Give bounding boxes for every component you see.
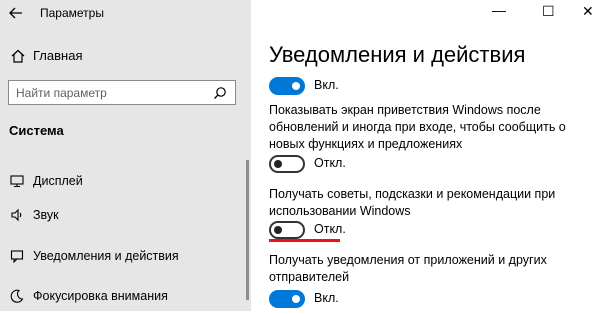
maximize-button[interactable]: ☐ bbox=[542, 3, 566, 21]
notifications-toggle-row: Вкл. bbox=[269, 77, 469, 101]
app-notifications-description: Получать уведомления от приложений и дру… bbox=[269, 253, 547, 284]
app-notifications-toggle[interactable] bbox=[269, 290, 305, 308]
display-icon bbox=[10, 175, 24, 188]
toggle-state-label: Вкл. bbox=[314, 291, 339, 305]
sidebar-item-label: Звук bbox=[33, 208, 59, 222]
search-input[interactable]: Найти параметр bbox=[16, 86, 107, 100]
sidebar-item-sound[interactable]: Звук bbox=[0, 203, 246, 229]
search-icon[interactable] bbox=[213, 86, 227, 100]
search-box[interactable]: Найти параметр bbox=[8, 80, 236, 105]
toggle-state-label: Вкл. bbox=[314, 78, 339, 92]
moon-icon bbox=[10, 289, 24, 303]
navigation-pane: Параметры Главная Найти параметр Система… bbox=[0, 0, 251, 311]
home-icon bbox=[11, 49, 25, 63]
back-button[interactable] bbox=[6, 4, 26, 22]
toggle-knob bbox=[292, 82, 300, 90]
sidebar-item-label: Уведомления и действия bbox=[33, 249, 179, 263]
nav-scrollbar[interactable] bbox=[246, 160, 249, 300]
toggle-knob bbox=[292, 295, 300, 303]
welcome-experience-toggle-row: Откл. bbox=[269, 155, 469, 179]
nav-home-label: Главная bbox=[33, 48, 83, 63]
nav-home[interactable]: Главная bbox=[0, 44, 251, 68]
toggle-state-label: Откл. bbox=[314, 156, 346, 170]
content-pane: — ☐ ✕ Уведомления и действия Вкл. Показы… bbox=[251, 0, 600, 311]
sidebar-item-focus-assist[interactable]: Фокусировка внимания bbox=[0, 284, 246, 310]
sidebar-item-label: Фокусировка внимания bbox=[33, 289, 168, 303]
close-button[interactable]: ✕ bbox=[582, 3, 600, 21]
section-heading: Система bbox=[9, 123, 64, 138]
highlight-underline bbox=[269, 239, 340, 242]
welcome-experience-toggle[interactable] bbox=[269, 155, 305, 173]
welcome-experience-description: Показывать экран приветствия Windows пос… bbox=[269, 103, 566, 151]
title-bar: Параметры bbox=[0, 0, 251, 26]
app-title: Параметры bbox=[40, 6, 104, 20]
speaker-icon bbox=[11, 208, 22, 222]
notification-icon bbox=[10, 250, 24, 263]
app-notifications-toggle-row: Вкл. bbox=[269, 290, 469, 314]
notifications-toggle[interactable] bbox=[269, 77, 305, 95]
toggle-knob bbox=[274, 226, 282, 234]
toggle-state-label: Откл. bbox=[314, 222, 346, 236]
back-arrow-icon bbox=[9, 7, 22, 19]
minimize-button[interactable]: — bbox=[492, 2, 516, 20]
page-title: Уведомления и действия bbox=[269, 42, 526, 67]
sidebar-item-display[interactable]: Дисплей bbox=[0, 169, 246, 195]
tips-toggle[interactable] bbox=[269, 221, 305, 239]
sidebar-item-notifications[interactable]: Уведомления и действия bbox=[0, 244, 246, 270]
tips-description: Получать советы, подсказки и рекомендаци… bbox=[269, 187, 556, 218]
sidebar-item-label: Дисплей bbox=[33, 174, 83, 188]
toggle-knob bbox=[274, 160, 282, 168]
